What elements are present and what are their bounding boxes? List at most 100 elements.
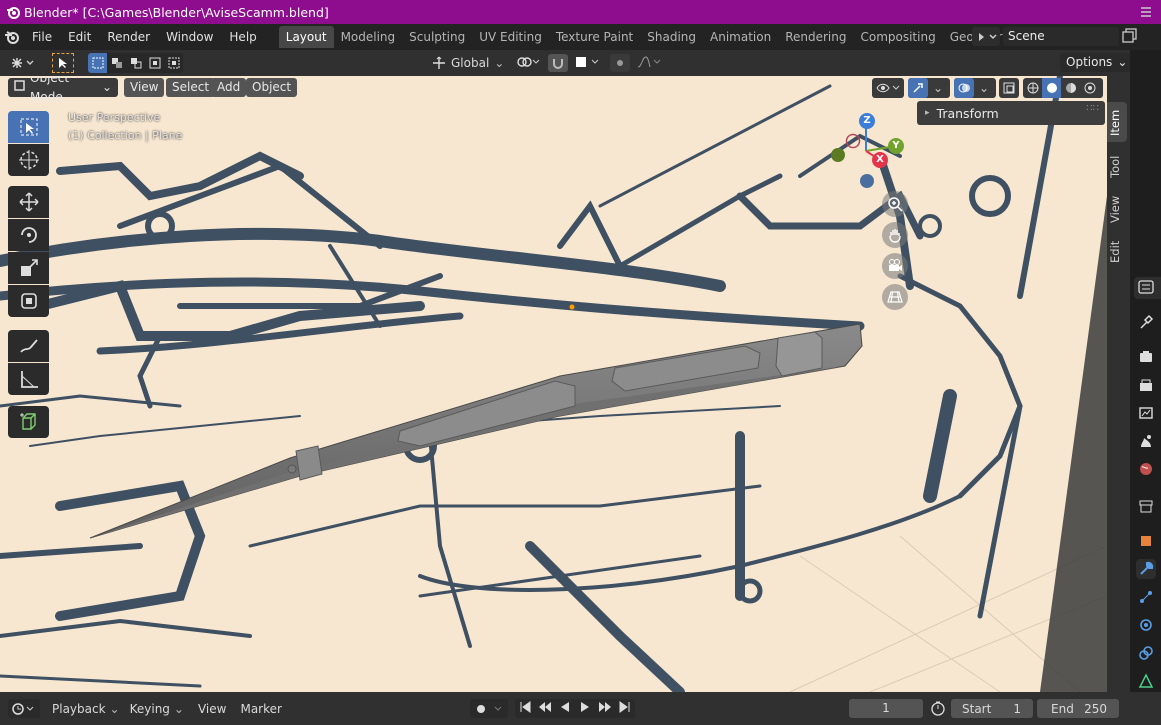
add-cube-tool[interactable] <box>8 406 49 438</box>
tool-settings-icon[interactable] <box>1136 312 1156 332</box>
sidebar-tab-edit[interactable]: Edit <box>1108 238 1122 266</box>
tab-animation[interactable]: Animation <box>703 26 778 48</box>
scene-properties-icon[interactable] <box>1136 431 1156 451</box>
rendered-shading-icon[interactable] <box>1080 82 1099 94</box>
gizmo-y-axis[interactable]: Y <box>888 138 904 154</box>
start-frame-field[interactable]: Start 1 <box>951 699 1033 718</box>
object-menu-button[interactable]: Object <box>246 78 298 97</box>
end-frame-field[interactable]: End 250 <box>1037 699 1119 718</box>
new-window-icon[interactable] <box>1122 27 1138 45</box>
options-dropdown[interactable]: Options ⌄ <box>1060 53 1134 72</box>
play-reverse-icon[interactable] <box>555 701 575 716</box>
keying-menu[interactable]: Keying ⌄ <box>130 702 184 716</box>
tab-compositing[interactable]: Compositing <box>853 26 942 48</box>
scene-selector-button[interactable] <box>972 27 1000 46</box>
menu-window[interactable]: Window <box>158 24 221 50</box>
move-tool[interactable] <box>8 186 49 218</box>
next-keyframe-icon[interactable] <box>595 701 615 716</box>
mode-intersect-icon[interactable] <box>164 53 183 73</box>
tab-sculpting[interactable]: Sculpting <box>402 26 472 48</box>
tab-rendering[interactable]: Rendering <box>778 26 853 48</box>
snap-target-icon[interactable] <box>574 55 604 72</box>
material-shading-icon[interactable] <box>1061 82 1080 94</box>
world-properties-icon[interactable] <box>1136 459 1156 479</box>
view-menu-button[interactable]: View <box>124 78 165 97</box>
auto-keying-button[interactable] <box>470 699 508 718</box>
gizmo-toggle-icon[interactable]: ⌄ <box>908 78 950 98</box>
measure-tool[interactable] <box>8 363 49 395</box>
proportional-edit-icon[interactable] <box>610 54 631 72</box>
timeline-editor-type-icon[interactable] <box>8 699 40 718</box>
rotate-tool[interactable] <box>8 219 49 251</box>
physics-properties-icon[interactable] <box>1136 615 1156 635</box>
render-properties-icon[interactable] <box>1136 347 1156 367</box>
play-icon[interactable] <box>575 701 595 716</box>
gizmo-x-axis[interactable]: X <box>872 152 888 168</box>
visibility-icon[interactable] <box>872 78 904 98</box>
menu-help[interactable]: Help <box>221 24 264 50</box>
properties-menu-icon[interactable] <box>1136 277 1156 297</box>
annotate-tool[interactable] <box>8 330 49 362</box>
drag-handle-icon[interactable]: ∷∷ <box>1086 103 1099 114</box>
blender-menu-icon[interactable] <box>0 29 24 45</box>
transform-panel-header[interactable]: ▸ Transform ∷∷ <box>917 101 1105 125</box>
scale-tool[interactable] <box>8 252 49 284</box>
timeline-view-menu[interactable]: View <box>198 702 226 716</box>
jump-end-icon[interactable] <box>615 701 635 716</box>
constraints-properties-icon[interactable] <box>1136 643 1156 663</box>
wireframe-shading-icon[interactable] <box>1023 82 1042 94</box>
menu-file[interactable]: File <box>24 24 60 50</box>
modifier-properties-icon[interactable] <box>1136 559 1156 579</box>
select-tool[interactable] <box>8 111 49 143</box>
outliner-toggle-icon[interactable] <box>1136 2 1156 22</box>
view-layer-icon[interactable] <box>1136 403 1156 423</box>
jump-start-icon[interactable] <box>515 701 535 716</box>
timeline-marker-menu[interactable]: Marker <box>240 702 281 716</box>
object-properties-icon[interactable] <box>1136 531 1156 551</box>
zoom-icon[interactable] <box>882 191 908 217</box>
menu-edit[interactable]: Edit <box>60 24 99 50</box>
transform-tool[interactable] <box>8 285 49 317</box>
tab-modeling[interactable]: Modeling <box>334 26 403 48</box>
tab-texture-paint[interactable]: Texture Paint <box>549 26 640 48</box>
pan-hand-icon[interactable] <box>882 222 908 248</box>
current-frame-field[interactable]: 1 <box>849 699 923 718</box>
gizmo-z-axis[interactable]: Z <box>859 113 875 129</box>
mode-extend-icon[interactable] <box>107 53 126 73</box>
mode-invert-icon[interactable] <box>145 53 164 73</box>
playback-menu[interactable]: Playback ⌄ <box>52 702 120 716</box>
falloff-icon[interactable] <box>636 55 664 72</box>
sidebar-tab-item[interactable]: Item <box>1108 108 1122 138</box>
perspective-grid-icon[interactable] <box>882 284 908 310</box>
cursor-tool[interactable] <box>8 144 49 176</box>
stopwatch-icon[interactable] <box>930 700 946 719</box>
tab-uv-editing[interactable]: UV Editing <box>472 26 549 48</box>
prev-keyframe-icon[interactable] <box>535 701 555 716</box>
editor-type-button[interactable] <box>6 54 40 73</box>
object-mode-dropdown[interactable]: Object Mode ⌄ <box>8 76 118 104</box>
sidebar-tab-view[interactable]: View <box>1108 193 1122 225</box>
data-properties-icon[interactable] <box>1136 671 1156 691</box>
3d-viewport[interactable]: User Perspective (1) Collection | Plane … <box>0 76 1107 692</box>
camera-view-icon[interactable] <box>882 253 908 279</box>
sidebar-tab-tool[interactable]: Tool <box>1108 152 1122 182</box>
mode-subtract-icon[interactable] <box>126 53 145 73</box>
mode-set-icon[interactable] <box>88 53 107 73</box>
tab-layout[interactable]: Layout <box>278 26 334 48</box>
pivot-point-icon[interactable] <box>516 55 542 72</box>
collection-properties-icon[interactable] <box>1136 496 1156 516</box>
shading-mode-group <box>1023 78 1103 98</box>
xray-toggle-icon[interactable] <box>999 78 1019 98</box>
overlays-toggle-icon[interactable]: ⌄ <box>954 78 996 98</box>
select-box-icon[interactable] <box>52 53 74 73</box>
snap-toggle-icon[interactable] <box>548 54 569 72</box>
solid-shading-icon[interactable] <box>1042 78 1061 98</box>
menu-render[interactable]: Render <box>99 24 158 50</box>
output-properties-icon[interactable] <box>1136 376 1156 396</box>
add-menu-button[interactable]: Add <box>211 78 247 97</box>
particles-properties-icon[interactable] <box>1136 587 1156 607</box>
tab-shading[interactable]: Shading <box>640 26 703 48</box>
scene-name-field[interactable]: Scene <box>1003 27 1119 46</box>
transform-orientation[interactable]: Global ⌄ <box>432 56 504 70</box>
select-menu-button[interactable]: Select <box>166 78 216 97</box>
